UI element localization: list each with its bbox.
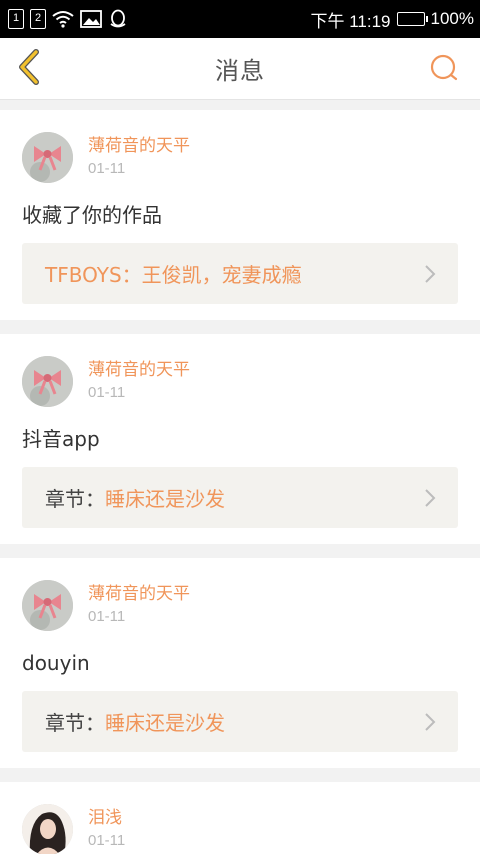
work-link[interactable]: TFBOYS：王俊凯，宠妻成瘾 bbox=[22, 243, 458, 304]
message-card: 薄荷音的天平 01-11 douyin 章节：睡床还是沙发 bbox=[0, 558, 480, 768]
image-icon bbox=[80, 10, 102, 28]
page-title: 消息 bbox=[215, 57, 265, 85]
work-link-text: TFBOYS：王俊凯，宠妻成瘾 bbox=[45, 259, 302, 288]
search-button[interactable] bbox=[428, 54, 460, 86]
user-info: 泪浅 01-11 bbox=[88, 807, 125, 852]
message-list: 薄荷音的天平 01-11 收藏了你的作品 TFBOYS：王俊凯，宠妻成瘾 薄荷音… bbox=[0, 100, 480, 854]
avatar[interactable] bbox=[22, 804, 73, 854]
chevron-right-icon bbox=[424, 712, 436, 732]
avatar[interactable] bbox=[22, 356, 73, 407]
chapter-prefix: 章节： bbox=[45, 487, 105, 511]
chapter-title: 睡床还是沙发 bbox=[105, 487, 225, 511]
chevron-left-icon bbox=[14, 48, 44, 90]
qq-icon bbox=[108, 9, 128, 29]
chapter-link-text: 章节：睡床还是沙发 bbox=[45, 483, 225, 512]
user-row: 薄荷音的天平 01-11 bbox=[22, 132, 458, 183]
chevron-right-icon bbox=[424, 488, 436, 508]
search-icon bbox=[429, 53, 459, 87]
app-header: 消息 bbox=[0, 38, 480, 100]
wifi-icon bbox=[52, 10, 74, 28]
avatar[interactable] bbox=[22, 580, 73, 631]
battery-icon bbox=[396, 12, 428, 26]
chapter-link-text: 章节：睡床还是沙发 bbox=[45, 707, 225, 736]
user-row: 薄荷音的天平 01-11 bbox=[22, 580, 458, 631]
sim1-icon: 1 bbox=[8, 9, 24, 29]
message-date: 01-11 bbox=[88, 160, 126, 177]
back-button[interactable] bbox=[12, 48, 46, 90]
sim2-icon: 2 bbox=[30, 9, 46, 29]
work-title: TFBOYS：王俊凯，宠妻成瘾 bbox=[45, 263, 302, 287]
username[interactable]: 薄荷音的天平 bbox=[88, 359, 190, 381]
message-date: 01-11 bbox=[88, 832, 126, 849]
message-card: 薄荷音的天平 01-11 收藏了你的作品 TFBOYS：王俊凯，宠妻成瘾 bbox=[0, 110, 480, 320]
username[interactable]: 薄荷音的天平 bbox=[88, 583, 190, 605]
battery-percent: 100% bbox=[430, 9, 474, 28]
chapter-prefix: 章节： bbox=[45, 711, 105, 735]
message-date: 01-11 bbox=[88, 608, 126, 625]
status-bar: 1 2 下午 11:19 100% bbox=[0, 0, 480, 38]
message-text: douyin bbox=[22, 651, 90, 675]
chapter-title: 睡床还是沙发 bbox=[105, 711, 225, 735]
chevron-right-icon bbox=[424, 264, 436, 284]
clock: 下午 11:19 bbox=[310, 11, 391, 31]
message-text: 抖音app bbox=[22, 427, 100, 451]
user-info: 薄荷音的天平 01-11 bbox=[88, 135, 190, 180]
message-date: 01-11 bbox=[88, 384, 126, 401]
user-info: 薄荷音的天平 01-11 bbox=[88, 359, 190, 404]
message-card: 薄荷音的天平 01-11 抖音app 章节：睡床还是沙发 bbox=[0, 334, 480, 544]
message-card: 泪浅 01-11 bbox=[0, 782, 480, 854]
chapter-link[interactable]: 章节：睡床还是沙发 bbox=[22, 691, 458, 752]
avatar[interactable] bbox=[22, 132, 73, 183]
user-info: 薄荷音的天平 01-11 bbox=[88, 583, 190, 628]
message-text: 收藏了你的作品 bbox=[22, 203, 162, 227]
chapter-link[interactable]: 章节：睡床还是沙发 bbox=[22, 467, 458, 528]
status-bar-left: 1 2 bbox=[8, 9, 128, 29]
username[interactable]: 泪浅 bbox=[88, 807, 125, 829]
username[interactable]: 薄荷音的天平 bbox=[88, 135, 190, 157]
user-row: 泪浅 01-11 bbox=[22, 804, 458, 854]
user-row: 薄荷音的天平 01-11 bbox=[22, 356, 458, 407]
status-bar-right: 下午 11:19 100% bbox=[311, 7, 475, 32]
